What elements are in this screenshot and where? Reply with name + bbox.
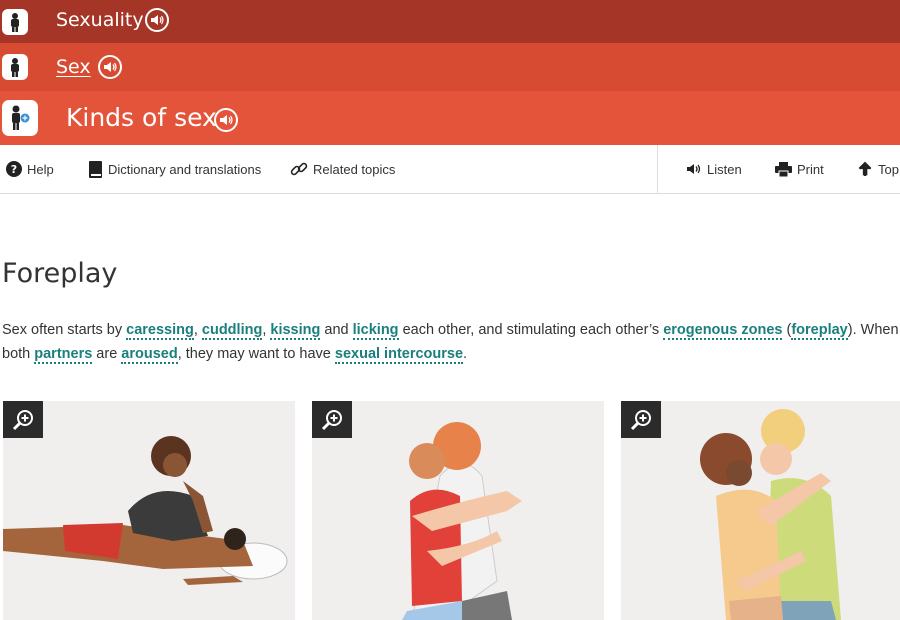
top-label: Top (878, 161, 899, 177)
listen-button[interactable]: Listen (686, 145, 742, 193)
text-span: and (320, 322, 353, 338)
page-heading: Kinds of sex (66, 103, 217, 132)
printer-icon (775, 161, 792, 177)
breadcrumb-level-3: Kinds of sex (0, 91, 900, 145)
book-icon (88, 160, 103, 178)
text-span: are (92, 346, 122, 362)
section-title: Foreplay (2, 258, 118, 289)
toolbar: ? Help Dictionary and translations Relat… (0, 145, 900, 194)
text-span: ( (782, 322, 792, 338)
link-licking[interactable]: licking (352, 322, 399, 340)
speaker-icon[interactable] (214, 108, 238, 132)
link-partners[interactable]: partners (34, 346, 93, 364)
breadcrumb-sexuality[interactable]: Sexuality (56, 9, 144, 31)
magnifier-plus-icon (12, 409, 33, 430)
dictionary-button[interactable]: Dictionary and translations (88, 145, 261, 193)
breadcrumb-level-2[interactable]: Sex (0, 43, 900, 91)
person-icon (2, 8, 28, 35)
link-sexual-intercourse[interactable]: sexual intercourse (334, 346, 464, 364)
speaker-icon[interactable] (98, 55, 122, 79)
speaker-icon (686, 162, 702, 176)
massage-illustration (3, 436, 288, 585)
top-button[interactable]: Top (857, 145, 899, 193)
text-span: each other, and stimulating each other’s (398, 322, 664, 338)
breadcrumb-level-1[interactable]: Sexuality (0, 0, 900, 43)
related-topics-label: Related topics (313, 161, 396, 177)
arrow-up-icon (857, 161, 873, 177)
toolbar-divider (657, 145, 658, 193)
magnifier-plus-icon (630, 409, 651, 430)
print-button[interactable]: Print (775, 145, 824, 193)
help-button[interactable]: ? Help (6, 145, 54, 193)
section-paragraph: Sex often starts by caressing, cuddling,… (2, 318, 900, 366)
print-label: Print (797, 161, 824, 177)
illustration-card-hug[interactable] (312, 401, 604, 620)
text-span: , they may want to have (177, 346, 335, 362)
zoom-button[interactable] (3, 401, 43, 438)
breadcrumb-sex[interactable]: Sex (56, 56, 91, 78)
illustration-card-kiss[interactable] (621, 401, 900, 620)
illustration-card-massage[interactable] (3, 401, 295, 620)
dictionary-label: Dictionary and translations (108, 161, 262, 177)
zoom-button[interactable] (312, 401, 352, 438)
link-erogenous-zones[interactable]: erogenous zones (663, 322, 783, 340)
text-span: Sex often starts by (2, 322, 127, 338)
svg-text:?: ? (11, 163, 17, 176)
kiss-illustration (700, 409, 841, 620)
person-icon (2, 54, 28, 80)
link-foreplay[interactable]: foreplay (791, 322, 848, 340)
listen-label: Listen (707, 161, 742, 177)
link-aroused[interactable]: aroused (121, 346, 178, 364)
link-icon (290, 160, 308, 178)
text-span: , (193, 322, 202, 338)
text-span: . (463, 346, 468, 362)
link-kissing[interactable]: kissing (270, 322, 321, 340)
hug-illustration (402, 422, 522, 620)
related-topics-button[interactable]: Related topics (290, 145, 395, 193)
help-label: Help (27, 161, 54, 177)
link-cuddling[interactable]: cuddling (201, 322, 263, 340)
question-icon: ? (6, 161, 22, 177)
speaker-icon[interactable] (145, 8, 169, 32)
couple-icon (2, 100, 38, 136)
link-caressing[interactable]: caressing (126, 322, 194, 340)
zoom-button[interactable] (621, 401, 661, 438)
magnifier-plus-icon (321, 409, 342, 430)
